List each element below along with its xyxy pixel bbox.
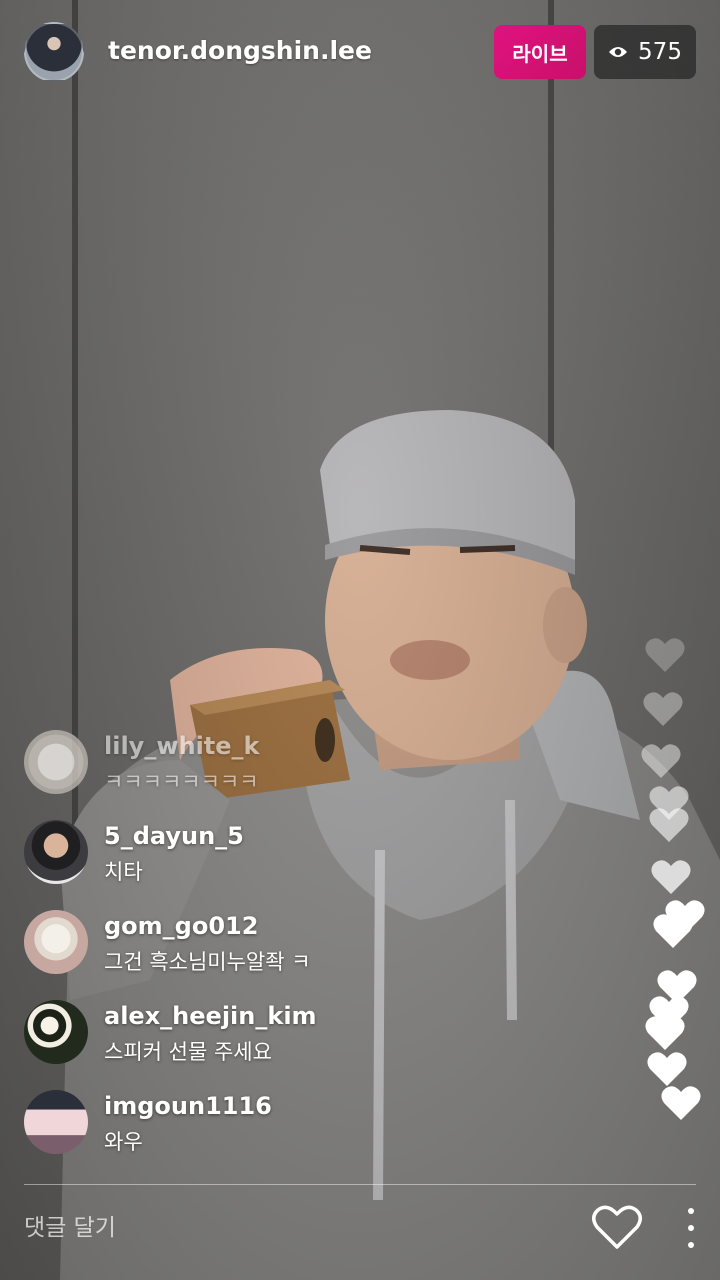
comment-text: 그건 흑소님미누알좍 ㅋ (104, 950, 311, 974)
comment-item: alex_heejin_kim 스피커 선물 주세요 (24, 1000, 484, 1068)
comment-item: lily_white_k ㅋㅋㅋㅋㅋㅋㅋㅋ (24, 730, 484, 798)
floating-heart-icon (649, 808, 689, 842)
comment-username[interactable]: alex_heejin_kim (104, 1002, 317, 1030)
floating-heart-icon (661, 1086, 701, 1120)
teddy-bear-avatar[interactable] (24, 910, 88, 974)
viewer-count-badge[interactable]: 575 (594, 25, 696, 79)
viewer-count: 575 (638, 39, 682, 65)
eye-icon (609, 47, 628, 57)
comment-item: 5_dayun_5 치타 (24, 820, 484, 888)
floating-heart-icon (643, 692, 683, 726)
comment-username[interactable]: gom_go012 (104, 912, 258, 940)
video-vignette (0, 0, 720, 1280)
floating-heart-icon (645, 1016, 685, 1050)
comment-input[interactable]: 댓글 달기 (24, 1208, 116, 1242)
flower-avatar[interactable] (24, 1000, 88, 1064)
comment-text: 와우 (104, 1130, 143, 1154)
comment-username[interactable]: 5_dayun_5 (104, 822, 244, 850)
comment-text: 치타 (104, 860, 143, 884)
comment-username[interactable]: imgoun1116 (104, 1092, 272, 1120)
man-avatar[interactable] (24, 820, 88, 884)
more-vertical-icon[interactable] (680, 1208, 702, 1248)
comment-item: imgoun1116 와우 (24, 1090, 484, 1158)
live-video-stage: tenor.dongshin.lee 라이브 575 lily_white_k … (0, 0, 720, 1280)
live-badge: 라이브 (494, 25, 586, 79)
floating-heart-icon (641, 744, 681, 778)
floating-heart-icon (645, 638, 685, 672)
floating-heart-icon (651, 860, 691, 894)
host-username[interactable]: tenor.dongshin.lee (108, 36, 372, 65)
footer-divider (24, 1184, 696, 1185)
comment-text: ㅋㅋㅋㅋㅋㅋㅋㅋ (104, 770, 259, 794)
floating-heart-icon (653, 914, 693, 948)
floating-heart-icon (647, 1052, 687, 1086)
heart-icon[interactable] (590, 1203, 644, 1251)
comment-username[interactable]: lily_white_k (104, 732, 260, 760)
cake-avatar[interactable] (24, 1090, 88, 1154)
comment-text: 스피커 선물 주세요 (104, 1040, 272, 1064)
host-avatar[interactable] (24, 22, 84, 82)
comment-item: gom_go012 그건 흑소님미누알좍 ㅋ (24, 910, 484, 978)
cat-avatar[interactable] (24, 730, 88, 794)
